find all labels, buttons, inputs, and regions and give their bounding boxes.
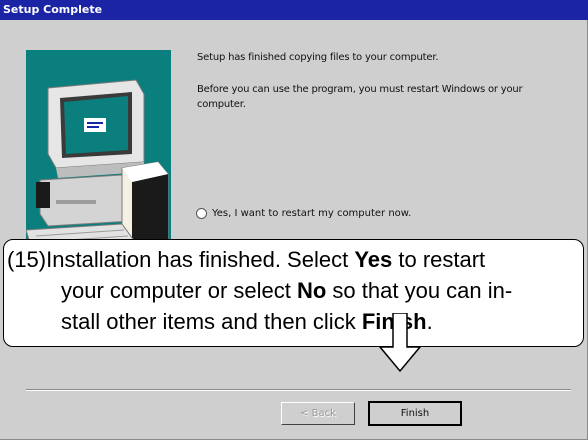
instruction-text-part: stall other items and then click — [61, 309, 362, 334]
instruction-line-2: your computer or select No so that you c… — [7, 275, 579, 306]
instruction-text-part: to restart — [392, 247, 486, 272]
instruction-bold-no: No — [296, 278, 327, 303]
dialog-title: Setup Complete — [0, 0, 588, 20]
down-arrow-icon — [378, 313, 422, 373]
back-button[interactable]: < Back — [281, 402, 355, 425]
restart-yes-option[interactable]: Yes, I want to restart my computer now. — [196, 205, 411, 221]
radio-button-icon[interactable] — [196, 207, 207, 219]
instruction-line-1: (15)Installation has finished. Select Ye… — [7, 244, 579, 275]
restart-yes-label: Yes, I want to restart my computer now. — [212, 207, 412, 219]
restart-required-message: Before you can use the program, you must… — [197, 84, 523, 110]
instruction-text-part: your computer or select — [61, 278, 297, 303]
instruction-bold-yes: Yes — [354, 247, 393, 272]
instruction-text-part: so that you can in- — [326, 278, 513, 303]
instruction-text: (15)Installation has finished. Select Ye… — [7, 244, 579, 337]
setup-finished-message: Setup has finished copying files to your… — [197, 52, 439, 63]
setup-complete-dialog: Setup Complete Setup has finished copyin… — [0, 0, 588, 440]
instruction-line-3: stall other items and then click Finish. — [7, 306, 579, 337]
finish-button[interactable]: Finish — [368, 401, 462, 426]
instruction-text-part: (15)Installation has finished. Select — [7, 247, 355, 272]
instruction-callout: (15)Installation has finished. Select Ye… — [3, 239, 584, 347]
instruction-text-part: . — [426, 309, 433, 334]
dialog-separator — [26, 389, 571, 391]
